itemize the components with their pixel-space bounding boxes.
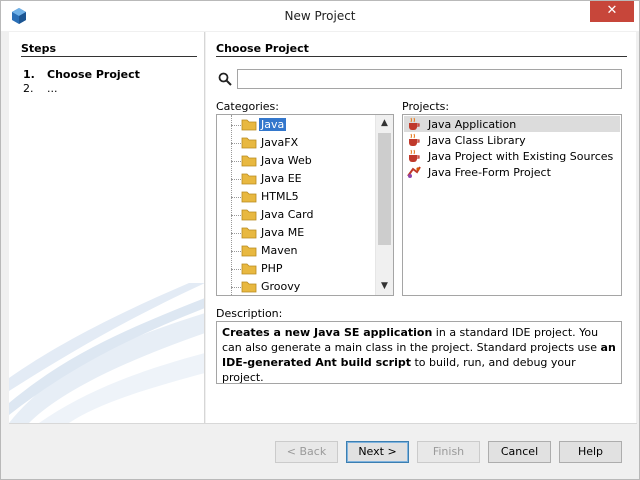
footer-divider <box>9 423 637 424</box>
folder-icon <box>241 263 257 275</box>
step-number: 1. <box>23 68 35 81</box>
category-label: Java Card <box>261 208 314 221</box>
category-item-groovy[interactable]: Groovy <box>217 278 375 295</box>
help-button[interactable]: Help <box>559 441 622 463</box>
category-item-maven[interactable]: Maven <box>217 242 375 260</box>
project-item-java-application[interactable]: Java Application <box>404 116 620 132</box>
project-label: Java Free-Form Project <box>428 166 551 179</box>
step-label: ... <box>47 82 58 95</box>
folder-icon <box>241 245 257 257</box>
freeform-project-icon <box>407 166 421 178</box>
step-item-1: 1. Choose Project <box>23 68 140 81</box>
tree-connector <box>231 125 241 126</box>
title-bar[interactable]: New Project ✕ <box>1 1 639 31</box>
folder-icon <box>241 119 257 131</box>
steps-title: Steps <box>21 42 57 55</box>
category-item-javafx[interactable]: JavaFX <box>217 134 375 152</box>
folder-icon <box>241 173 257 185</box>
projects-list[interactable]: Java Application Java Class Library Java… <box>402 114 622 296</box>
tree-connector <box>231 233 241 234</box>
category-item-java-ee[interactable]: Java EE <box>217 170 375 188</box>
categories-label: Categories: <box>216 100 279 113</box>
tree-connector <box>231 287 241 288</box>
tree-connector <box>231 269 241 270</box>
tree-connector <box>231 197 241 198</box>
folder-icon <box>241 137 257 149</box>
project-item-java-class-library[interactable]: Java Class Library <box>404 132 620 148</box>
category-label: Java <box>259 118 287 131</box>
page-title: Choose Project <box>216 42 309 55</box>
coffee-cup-icon <box>409 133 420 146</box>
project-label: Java Application <box>428 118 517 131</box>
category-label: Java Web <box>261 154 312 167</box>
choose-project-panel: Choose Project Categories: Projects: Jav… <box>206 32 636 423</box>
back-button[interactable]: < Back <box>275 441 338 463</box>
category-label: PHP <box>261 262 283 275</box>
description-bold-1: Creates a new Java SE application <box>222 326 433 339</box>
folder-icon <box>241 209 257 221</box>
scroll-down-arrow-icon[interactable]: ▼ <box>376 278 393 295</box>
category-item-java-me[interactable]: Java ME <box>217 224 375 242</box>
folder-icon <box>241 281 257 293</box>
tree-connector <box>231 161 241 162</box>
decorative-swoosh-watermark <box>9 283 204 423</box>
description-box: Creates a new Java SE application in a s… <box>216 321 622 384</box>
cancel-button[interactable]: Cancel <box>488 441 551 463</box>
category-label: Maven <box>261 244 298 257</box>
project-label: Java Class Library <box>428 134 526 147</box>
finish-button[interactable]: Finish <box>417 441 480 463</box>
close-button[interactable]: ✕ <box>590 1 634 22</box>
categories-scrollbar[interactable]: ▲ ▼ <box>375 115 393 295</box>
title-divider <box>216 56 627 57</box>
step-label: Choose Project <box>47 68 140 81</box>
tree-connector <box>231 215 241 216</box>
project-label: Java Project with Existing Sources <box>428 150 614 163</box>
folder-icon <box>241 191 257 203</box>
step-number: 2. <box>23 82 34 95</box>
project-item-java-free-form[interactable]: Java Free-Form Project <box>404 164 620 180</box>
project-item-java-existing-sources[interactable]: Java Project with Existing Sources <box>404 148 620 164</box>
scroll-up-arrow-icon[interactable]: ▲ <box>376 115 393 132</box>
categories-tree[interactable]: Java JavaFX Java Web Java EE HTML5 Java … <box>216 114 394 296</box>
folder-icon <box>241 155 257 167</box>
next-button[interactable]: Next > <box>346 441 409 463</box>
category-label: Java ME <box>261 226 305 239</box>
category-label: JavaFX <box>261 136 299 149</box>
category-item-java-web[interactable]: Java Web <box>217 152 375 170</box>
folder-icon <box>241 227 257 239</box>
scroll-thumb[interactable] <box>378 133 391 245</box>
category-label: Java EE <box>261 172 302 185</box>
category-item-java-card[interactable]: Java Card <box>217 206 375 224</box>
tree-connector <box>231 251 241 252</box>
category-item-html5[interactable]: HTML5 <box>217 188 375 206</box>
projects-label: Projects: <box>402 100 450 113</box>
steps-panel: Steps 1. Choose Project 2.... <box>9 32 205 423</box>
coffee-cup-icon <box>409 149 420 162</box>
steps-divider <box>21 56 197 57</box>
category-item-java[interactable]: Java <box>217 116 375 134</box>
tree-connector <box>231 179 241 180</box>
search-input[interactable] <box>237 69 622 89</box>
new-project-dialog: New Project ✕ Steps 1. Choose Project 2..… <box>0 0 640 480</box>
search-icon <box>218 72 232 86</box>
category-item-php[interactable]: PHP <box>217 260 375 278</box>
coffee-cup-icon <box>409 117 420 130</box>
window-title: New Project <box>284 9 356 23</box>
description-label: Description: <box>216 307 283 320</box>
tree-connector <box>231 143 241 144</box>
step-item-2: 2.... <box>23 82 58 95</box>
category-label: Groovy <box>261 280 301 293</box>
category-label: HTML5 <box>261 190 299 203</box>
